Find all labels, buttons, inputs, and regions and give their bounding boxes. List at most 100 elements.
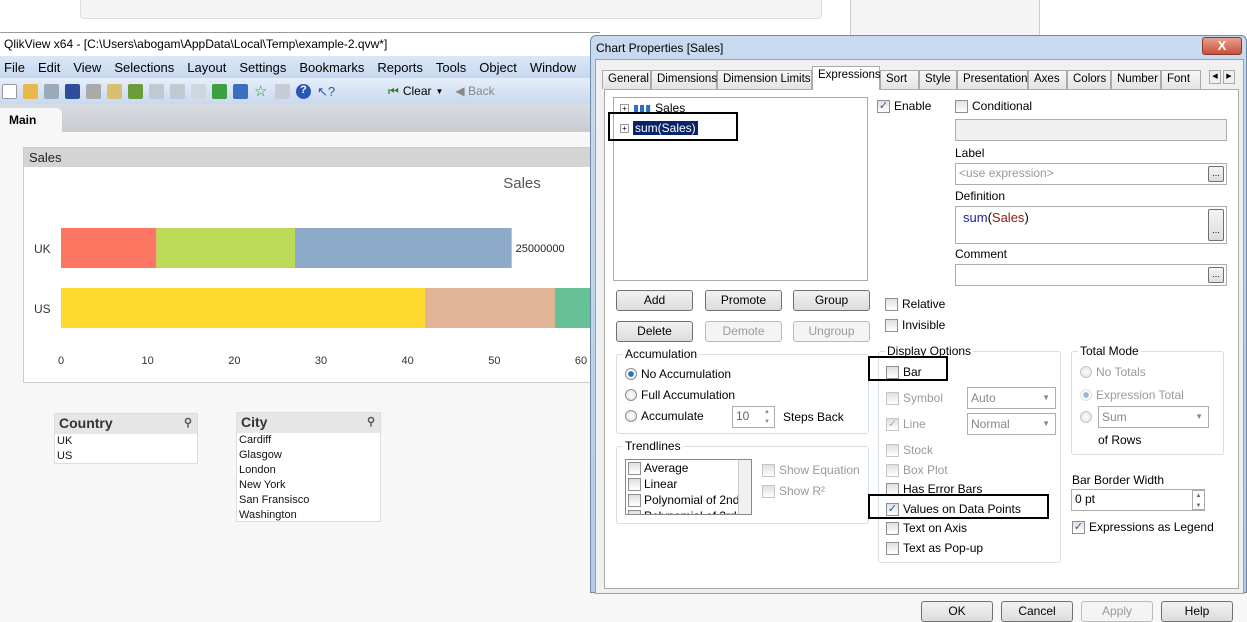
radio-aggregate[interactable] (1080, 411, 1092, 423)
new-icon[interactable] (2, 83, 17, 99)
radio-no-accumulation[interactable]: No Accumulation (625, 367, 731, 381)
promote-button[interactable]: Promote (705, 290, 782, 311)
demote-button[interactable]: Demote (705, 321, 782, 342)
radio-expression-total[interactable]: Expression Total (1080, 388, 1184, 402)
invisible-checkbox[interactable]: Invisible (885, 318, 945, 332)
text-on-axis-checkbox[interactable]: Text on Axis (886, 521, 967, 535)
checkbox[interactable] (628, 493, 641, 507)
undo-icon[interactable] (149, 83, 164, 99)
stock-checkbox[interactable]: Stock (886, 443, 933, 457)
listbox-item[interactable]: Cardiff (237, 433, 380, 448)
definition-edit-button[interactable]: ... (1208, 209, 1224, 241)
check-icon[interactable] (212, 83, 227, 99)
comment-input[interactable] (955, 264, 1227, 286)
menu-file[interactable]: File (0, 60, 34, 75)
steps-spinner[interactable]: ▲ ▼ (764, 407, 774, 427)
tab-number[interactable]: Number (1111, 70, 1161, 89)
line-checkbox[interactable]: ✓ Line (886, 417, 926, 431)
star-icon[interactable]: ☆ (254, 84, 269, 99)
menu-reports[interactable]: Reports (373, 60, 432, 75)
edit-icon[interactable] (275, 83, 290, 99)
definition-input[interactable]: sum(Sales) (955, 206, 1227, 244)
menu-edit[interactable]: Edit (34, 60, 69, 75)
label-input[interactable]: <use expression> (955, 163, 1227, 185)
tab-sort[interactable]: Sort (880, 70, 919, 89)
listbox-item[interactable]: London (237, 463, 380, 478)
box-plot-checkbox[interactable]: Box Plot (886, 463, 948, 477)
search-icon[interactable]: ⚲ (184, 416, 192, 429)
menu-tools[interactable]: Tools (432, 60, 475, 75)
tab-general[interactable]: General (602, 70, 651, 89)
open-icon[interactable] (23, 83, 38, 99)
tab-colors[interactable]: Colors (1067, 70, 1111, 89)
conditional-input[interactable] (955, 119, 1227, 141)
tab-presentation[interactable]: Presentation (957, 70, 1028, 89)
apply-button[interactable]: Apply (1081, 601, 1153, 622)
tab-expressions[interactable]: Expressions (812, 66, 881, 90)
ok-button[interactable]: OK (921, 601, 993, 622)
tab-scroll-left[interactable]: ◀ (1209, 70, 1221, 84)
radio-accumulate[interactable]: Accumulate (625, 409, 704, 423)
line-select[interactable]: Normal ▼ (967, 413, 1056, 435)
delete-button[interactable]: Delete (616, 321, 693, 342)
reload-data-icon[interactable] (128, 83, 143, 99)
menu-settings[interactable]: Settings (235, 60, 295, 75)
expressions-as-legend-checkbox[interactable]: ✓ Expressions as Legend (1072, 520, 1214, 534)
edit-script-icon[interactable] (107, 83, 122, 99)
group-button[interactable]: Group (793, 290, 870, 311)
tab-font[interactable]: Font (1161, 70, 1201, 89)
sheet-tab-main[interactable]: Main (0, 108, 62, 132)
listbox-item[interactable]: UK (55, 434, 197, 449)
relative-checkbox[interactable]: Relative (885, 297, 945, 311)
redo-icon[interactable] (170, 83, 185, 99)
trendline-item[interactable]: Polynomial of 3rd d (626, 508, 751, 514)
menu-bookmarks[interactable]: Bookmarks (295, 60, 373, 75)
bar-border-input[interactable]: 0 pt (1071, 489, 1205, 511)
cancel-button[interactable]: Cancel (1001, 601, 1073, 622)
listbox-item[interactable]: Washington (237, 508, 380, 523)
menu-view[interactable]: View (69, 60, 110, 75)
back-button[interactable]: ◀ Back (455, 84, 494, 98)
bar-border-spinner[interactable]: ▲ ▼ (1192, 490, 1205, 510)
trendline-item[interactable]: Linear (626, 476, 751, 492)
ungroup-button[interactable]: Ungroup (793, 321, 870, 342)
checkbox[interactable] (628, 477, 641, 491)
symbol-select[interactable]: Auto ▼ (967, 387, 1056, 409)
reload-icon[interactable] (44, 83, 59, 99)
close-button[interactable]: X (1202, 37, 1242, 55)
listbox-country[interactable]: Country ⚲ UK US (54, 413, 198, 464)
enable-checkbox[interactable]: ✓ Enable (877, 99, 931, 113)
listbox-city[interactable]: City ⚲ Cardiff Glasgow London New York San Fr… (236, 412, 381, 522)
print-icon[interactable] (86, 83, 101, 99)
search-icon[interactable] (191, 83, 206, 99)
comment-edit-button[interactable]: ... (1208, 267, 1224, 283)
symbol-checkbox[interactable]: Symbol (886, 391, 943, 405)
checkbox[interactable] (628, 461, 641, 475)
tab-dimensions[interactable]: Dimensions (651, 70, 717, 89)
help-icon[interactable]: ? (296, 83, 311, 99)
label-edit-button[interactable]: ... (1208, 166, 1224, 182)
listbox-item[interactable]: San Fransisco (237, 493, 380, 508)
context-help-icon[interactable]: ↖? (317, 84, 335, 99)
menu-layout[interactable]: Layout (183, 60, 235, 75)
text-popup-checkbox[interactable]: Text as Pop-up (886, 541, 983, 555)
menu-selections[interactable]: Selections (110, 60, 183, 75)
help-button[interactable]: Help (1161, 601, 1233, 622)
aggregate-select[interactable]: Sum ▼ (1098, 406, 1209, 428)
show-equation-checkbox[interactable]: Show Equation (762, 463, 860, 477)
trendline-item[interactable]: Polynomial of 2nd d (626, 492, 751, 508)
radio-full-accumulation[interactable]: Full Accumulation (625, 388, 735, 402)
chart-icon[interactable] (233, 83, 248, 99)
radio-no-totals[interactable]: No Totals (1080, 365, 1146, 379)
menu-window[interactable]: Window (526, 60, 585, 75)
listbox-item[interactable]: Glasgow (237, 448, 380, 463)
conditional-checkbox[interactable]: Conditional (955, 99, 1032, 113)
add-button[interactable]: Add (616, 290, 693, 311)
menu-object[interactable]: Object (475, 60, 526, 75)
tab-scroll-right[interactable]: ▶ (1223, 70, 1235, 84)
search-icon[interactable]: ⚲ (367, 415, 375, 428)
listbox-item[interactable]: US (55, 449, 197, 464)
trendlines-list[interactable]: AverageLinearPolynomial of 2nd dPolynomi… (625, 459, 752, 515)
show-r2-checkbox[interactable]: Show R² (762, 484, 825, 498)
trendline-item[interactable]: Average (626, 460, 751, 476)
